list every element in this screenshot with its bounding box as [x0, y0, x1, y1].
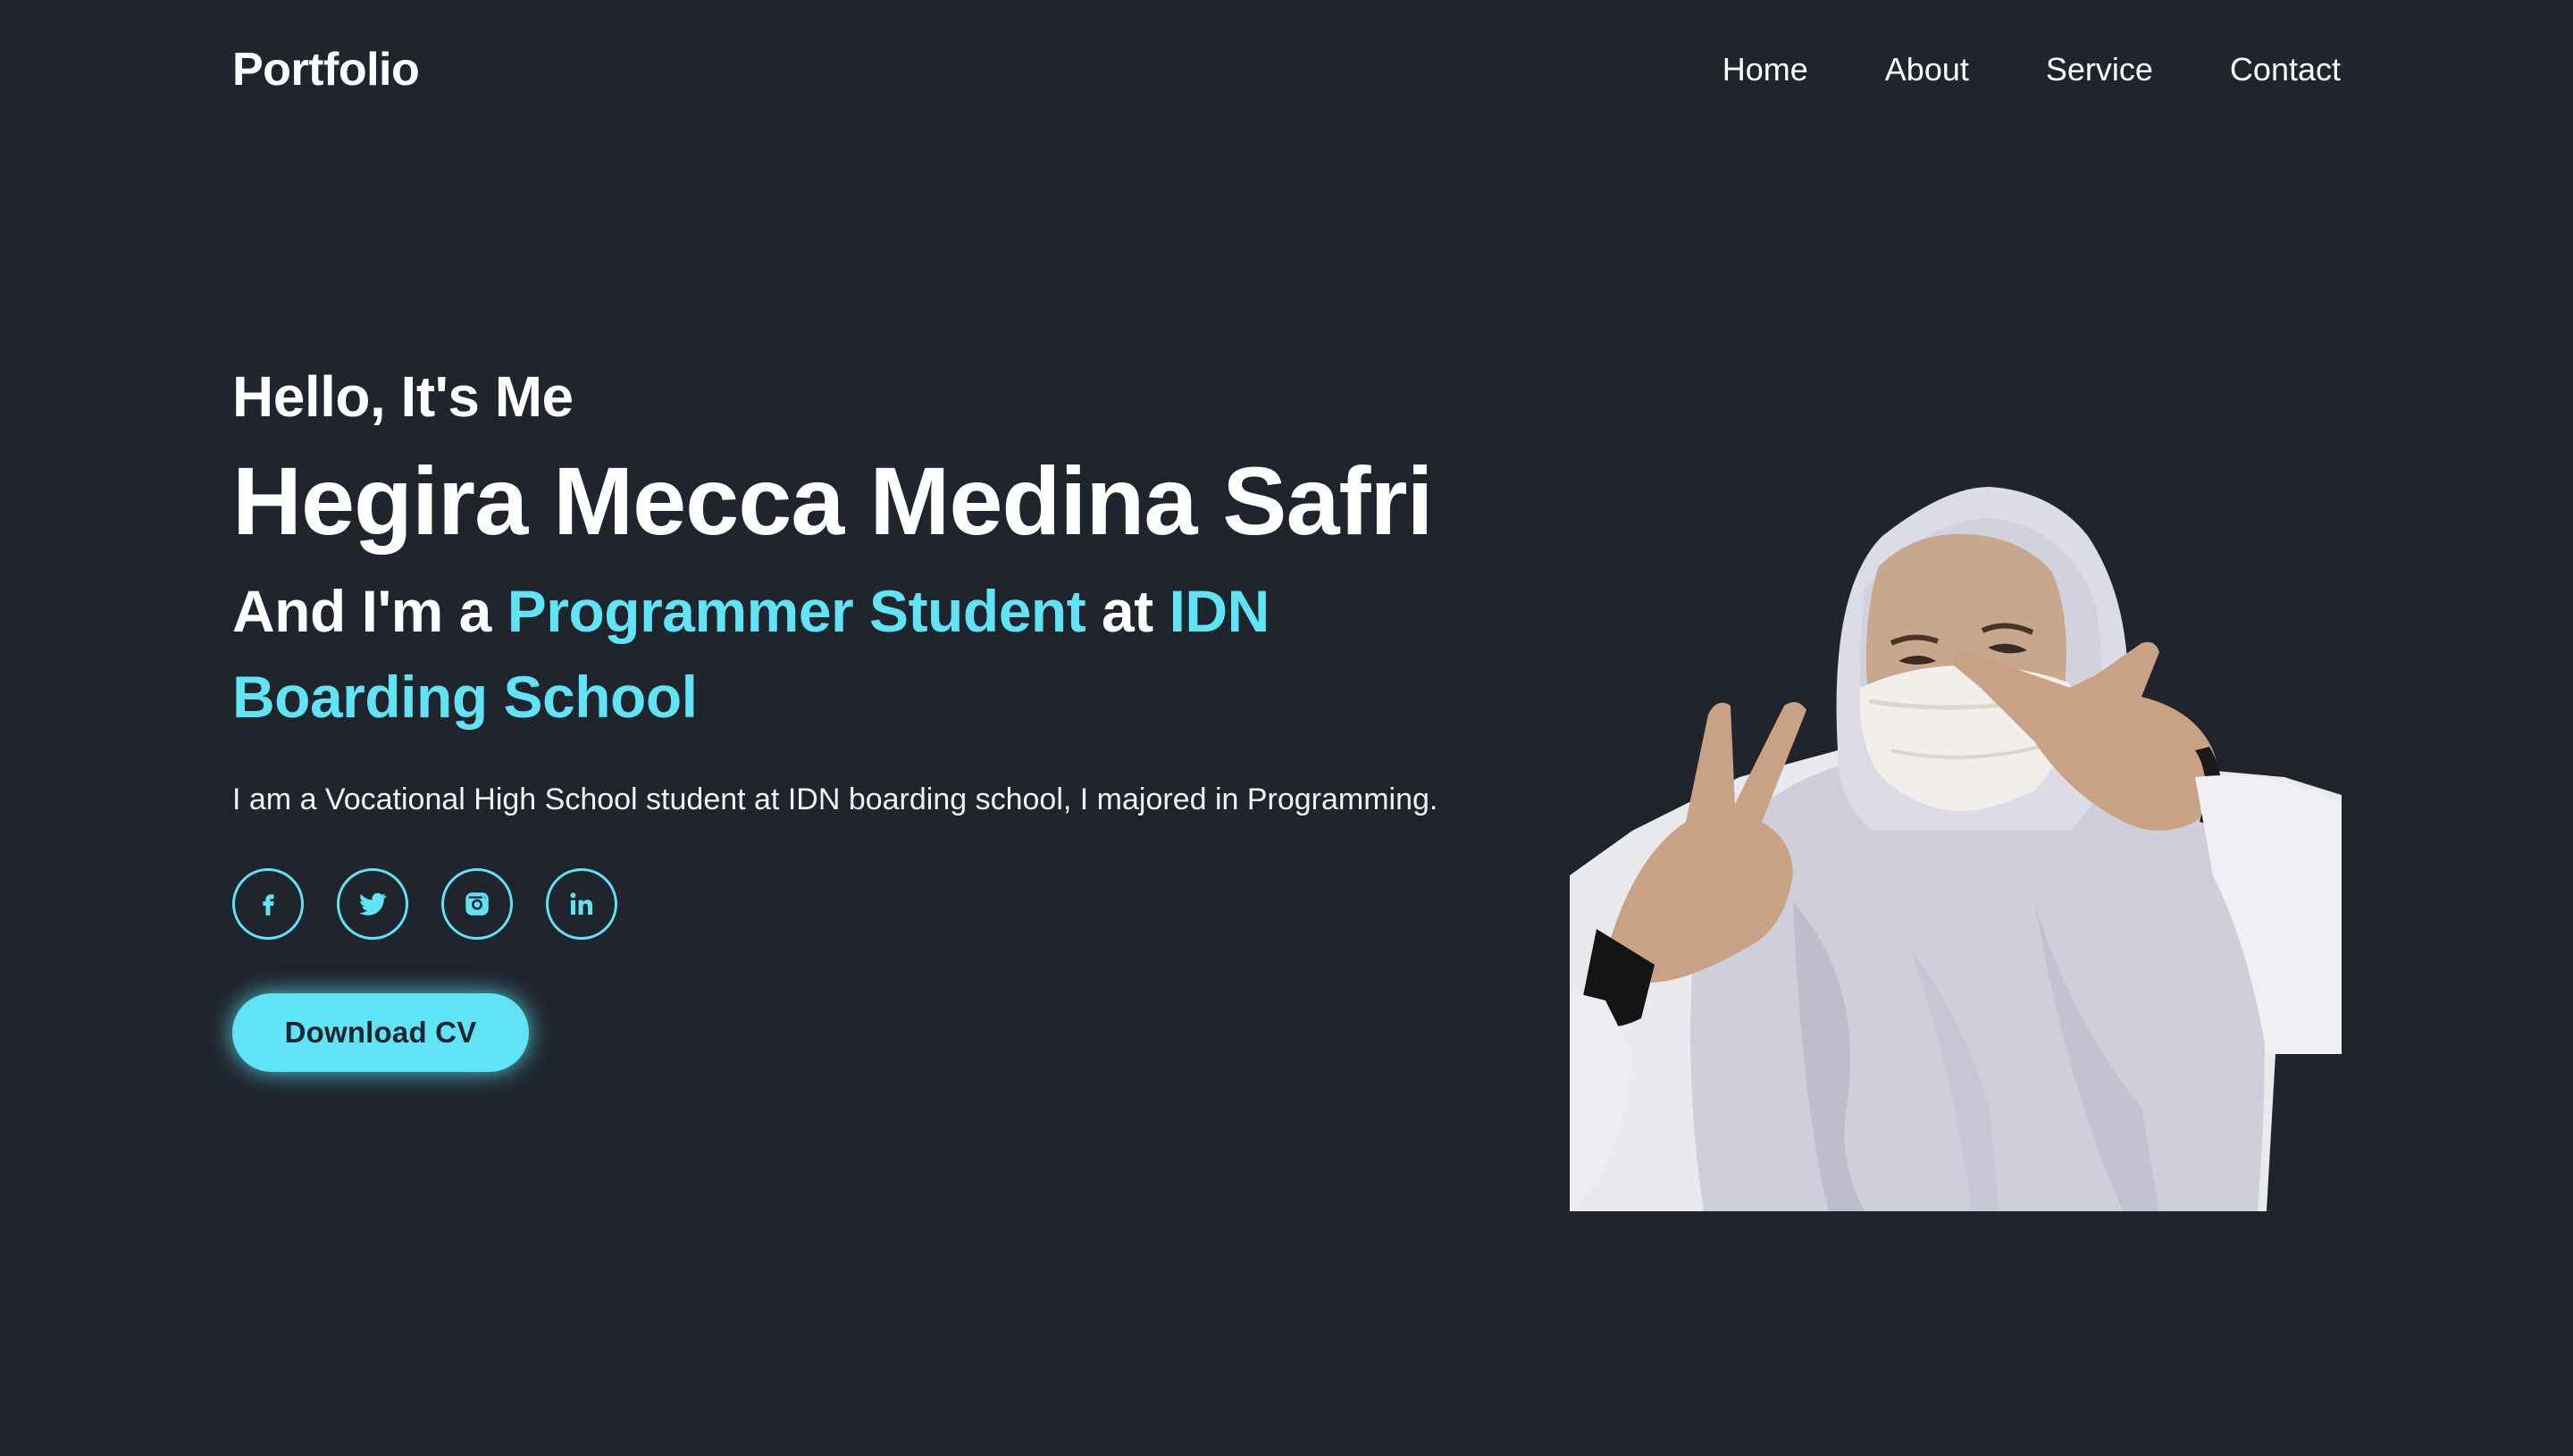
twitter-link[interactable]	[337, 868, 408, 940]
hero-description: I am a Vocational High School student at…	[232, 782, 1438, 816]
linkedin-icon	[566, 889, 597, 919]
nav-about[interactable]: About	[1885, 51, 1969, 88]
profile-photo	[1570, 482, 2342, 1211]
instagram-link[interactable]	[441, 868, 513, 940]
site-header: Portfolio Home About Service Contact	[0, 0, 2573, 138]
hero-role: And I'm a Programmer Student at IDN Boar…	[232, 568, 1483, 740]
hero-content: Hello, It's Me Hegira Mecca Medina Safri…	[232, 357, 1546, 1072]
linkedin-link[interactable]	[546, 868, 617, 940]
download-cv-button[interactable]: Download CV	[232, 993, 529, 1072]
instagram-icon	[462, 889, 492, 919]
social-links	[232, 868, 1546, 940]
logo[interactable]: Portfolio	[232, 43, 420, 96]
portfolio-page: Portfolio Home About Service Contact Hel…	[0, 0, 2573, 1456]
twitter-icon	[356, 888, 389, 920]
role-middle: at	[1085, 578, 1169, 644]
main-nav: Home About Service Contact	[1722, 51, 2341, 88]
role-highlight: Programmer Student	[507, 578, 1086, 644]
role-prefix: And I'm a	[232, 578, 507, 644]
facebook-link[interactable]	[232, 868, 304, 940]
facebook-icon	[253, 889, 283, 919]
hero-name: Hegira Mecca Medina Safri	[232, 447, 1434, 555]
nav-contact[interactable]: Contact	[2230, 51, 2341, 88]
nav-service[interactable]: Service	[2046, 51, 2153, 88]
nav-home[interactable]: Home	[1722, 51, 1808, 88]
hero-greeting: Hello, It's Me	[232, 364, 574, 429]
